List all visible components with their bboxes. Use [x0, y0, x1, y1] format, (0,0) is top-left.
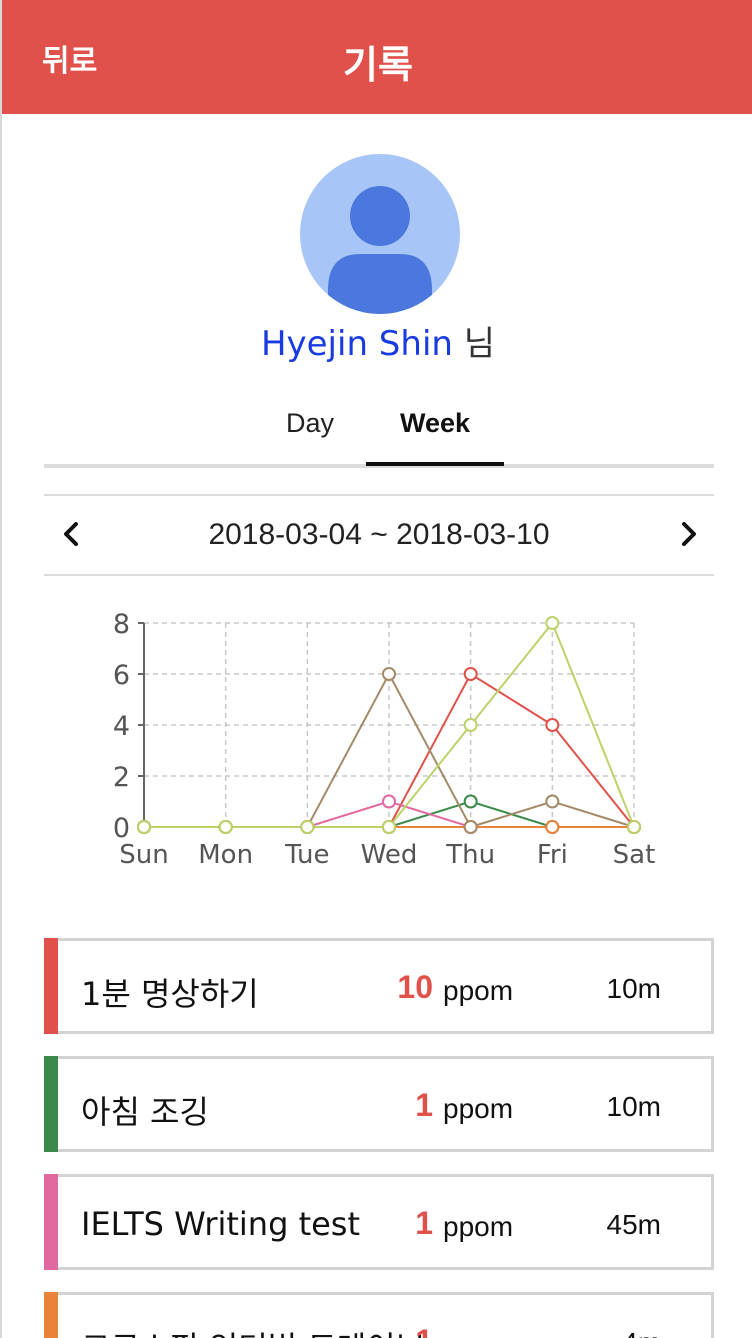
- record-name: IELTS Writing test: [81, 1205, 361, 1243]
- record-color-stripe: [44, 1292, 58, 1338]
- period-tabs: Day Week: [44, 384, 714, 468]
- data-point: [627, 820, 641, 834]
- data-point: [463, 667, 478, 681]
- record-unit: ppom: [443, 1093, 514, 1124]
- record-name: 아침 조깅: [81, 1093, 209, 1131]
- user-silhouette-icon: [328, 186, 432, 314]
- data-point: [382, 667, 396, 681]
- data-point: [545, 616, 560, 630]
- weekly-line-chart: 02468Sun Mon Tue Wed Thu Fri Sat: [113, 609, 656, 870]
- x-tick-label: Tue: [284, 840, 329, 870]
- record-color-stripe: [44, 1174, 58, 1270]
- record-duration: 45m: [606, 1209, 661, 1240]
- record-duration: 4m: [567, 1327, 661, 1338]
- app-header: 뒤로 기록: [2, 0, 752, 114]
- tab-day[interactable]: Day: [270, 408, 350, 439]
- tab-week[interactable]: Week: [366, 408, 504, 439]
- data-point: [382, 820, 396, 834]
- data-point: [300, 820, 315, 834]
- x-tick-label: Fri: [537, 840, 568, 870]
- data-point: [545, 718, 560, 732]
- record-item[interactable]: 아침 조깅 1 ppom 10m: [44, 1056, 714, 1152]
- date-navigator: 2018-03-04 ~ 2018-03-10: [44, 494, 714, 576]
- data-point: [137, 820, 151, 834]
- record-count: 1: [415, 1205, 433, 1241]
- date-range-label: 2018-03-04 ~ 2018-03-10: [208, 518, 550, 551]
- record-duration: 10m: [606, 1091, 661, 1122]
- user-name[interactable]: Hyejin Shin: [261, 324, 453, 364]
- record-count: 1: [415, 1087, 433, 1123]
- data-point: [463, 794, 478, 809]
- record-count: 1: [337, 1323, 433, 1338]
- record-color-stripe: [44, 938, 58, 1034]
- x-tick-label: Sun: [119, 840, 168, 870]
- record-unit: ppom: [443, 1329, 513, 1338]
- chevron-right-icon: [682, 522, 696, 546]
- data-point: [218, 820, 233, 834]
- record-color-stripe: [44, 1056, 58, 1152]
- y-tick-label: 8: [113, 609, 130, 640]
- record-item[interactable]: IELTS Writing test 1 ppom 45m: [44, 1174, 714, 1270]
- data-point: [463, 718, 478, 732]
- user-honorific: 님: [463, 324, 496, 364]
- page-title: 기록: [343, 43, 413, 87]
- data-point: [545, 820, 560, 834]
- user-greeting: Hyejin Shin 님: [2, 316, 752, 365]
- record-item[interactable]: 크로스핏 인터벌 트레이닝1ppom4m: [44, 1292, 714, 1338]
- data-point: [463, 820, 478, 834]
- app-screen: 뒤로 기록 Hyejin Shin 님 Day Week 2018-03-04 …: [0, 0, 752, 1338]
- record-name: 1분 명상하기: [81, 975, 259, 1013]
- record-unit: ppom: [443, 1211, 514, 1242]
- active-tab-indicator: [366, 462, 504, 466]
- x-tick-label: Thu: [445, 840, 495, 870]
- record-item[interactable]: 1분 명상하기 10 ppom 10m: [44, 938, 714, 1034]
- record-count: 10: [397, 969, 433, 1005]
- data-point: [545, 794, 560, 809]
- x-tick-label: Mon: [198, 840, 253, 870]
- y-tick-label: 6: [113, 660, 130, 691]
- y-tick-label: 4: [113, 711, 130, 742]
- data-point: [382, 794, 396, 809]
- record-unit: ppom: [443, 975, 514, 1006]
- x-tick-label: Sat: [613, 840, 656, 870]
- avatar: [300, 154, 460, 314]
- x-tick-label: Wed: [361, 840, 418, 870]
- next-week-button[interactable]: [668, 514, 708, 554]
- y-tick-label: 2: [113, 762, 130, 793]
- record-duration: 10m: [606, 973, 661, 1004]
